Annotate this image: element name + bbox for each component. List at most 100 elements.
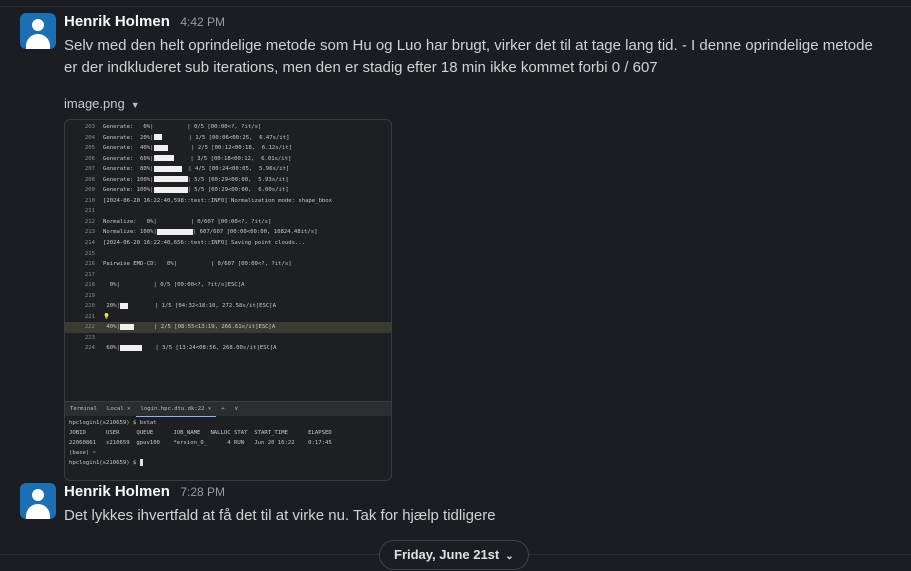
- code-text: | 5/5 [00:29<00:00, 6.00s/it]: [187, 187, 289, 194]
- avatar-body-icon: [26, 34, 50, 49]
- line-number: 219: [84, 292, 95, 299]
- code-text: 40%|: [103, 324, 120, 331]
- code-line: 204 Generate: 20%| | 1/5 [00:06<00:25, 6.…: [65, 133, 391, 144]
- line-number: 207: [84, 166, 95, 173]
- terminal-line: (base) ~: [69, 450, 96, 456]
- code-line: 218 0%| | 0/5 [00:00<?, ?it/s]ESC[A: [65, 280, 391, 291]
- code-text: | 0/5 [00:00<?, ?it/s]ESC[A: [119, 282, 245, 289]
- line-number: 216: [84, 261, 95, 268]
- line-number: 206: [84, 155, 95, 162]
- code-line: 220 20%| | 1/5 [04:32<18:10, 272.58s/it]…: [65, 301, 391, 312]
- terminal-tab: ∨: [234, 406, 239, 412]
- code-text: 💡: [103, 313, 110, 320]
- code-line: 219: [65, 291, 391, 302]
- line-number: 222: [84, 324, 95, 331]
- message-text: Det lykkes ihvertfald at få det til at v…: [64, 507, 496, 524]
- code-line: 213 Normalize: 100%| | 607/607 [00:00<00:0…: [65, 227, 391, 238]
- code-line: 222 40%| | 2/5 [08:55<13:19, 266.61s/it]…: [65, 322, 391, 333]
- progress-bar-fill: [119, 302, 128, 309]
- line-number: 210: [84, 197, 95, 204]
- code-text: | 3/5 [00:18<00:12, 6.01s/it]: [173, 155, 292, 162]
- code-text: | 4/5 [00:24<00:05, 5.96s/it]: [181, 166, 290, 173]
- author-name[interactable]: Henrik Holmen: [64, 483, 170, 500]
- code-text: [2024-06-20 16:22:40,656::test::INFO] Sa…: [103, 240, 306, 247]
- code-text: | 0/5 [00:00<?, ?it/s]: [153, 124, 262, 130]
- progress-bar-fill: [119, 323, 134, 330]
- code-text: Generate: 60%|: [103, 155, 154, 162]
- code-line: 206 Generate: 60%| | 3/5 [00:18<00:12, 6.…: [65, 154, 391, 165]
- avatar[interactable]: [20, 483, 56, 519]
- code-editor: 203 Generate: 0%| | 0/5 [00:00<?, ?it/s] 2…: [65, 122, 391, 354]
- line-number: 212: [84, 218, 95, 225]
- date-divider-label: Friday, June 21st: [394, 547, 500, 562]
- caret-down-icon[interactable]: ▼: [131, 100, 140, 110]
- code-line: 224 60%| | 3/5 [13:24<08:56, 268.00s/it]…: [65, 343, 391, 354]
- progress-bar-fill: [153, 186, 188, 193]
- avatar[interactable]: [20, 13, 56, 49]
- line-number: 209: [84, 187, 95, 194]
- code-line: 207 Generate: 80%| | 4/5 [00:24<00:05, 5.…: [65, 164, 391, 175]
- code-text: [2024-06-20 16:22:40,598::test::INFO] No…: [103, 197, 333, 204]
- code-text: | 5/5 [00:29<00:00, 5.93s/it]: [187, 176, 289, 183]
- code-line: 205 Generate: 40%| | 2/5 [00:12<00:18, 6.…: [65, 143, 391, 154]
- line-number: 218: [84, 282, 95, 289]
- line-number: 215: [84, 250, 95, 257]
- progress-bar-fill: [153, 155, 174, 162]
- line-number: 217: [84, 271, 95, 278]
- code-line: 217: [65, 270, 391, 281]
- code-text: Generate: 100%|: [103, 187, 154, 194]
- code-text: Generate: 80%|: [103, 166, 154, 173]
- code-line: 215: [65, 249, 391, 260]
- code-line: 221 💡: [65, 312, 391, 323]
- line-number: 221: [84, 313, 95, 320]
- code-text: | 607/607 [00:00<00:00, 10824.48it/s]: [192, 229, 318, 236]
- top-divider: [0, 0, 911, 7]
- code-text: Generate: 40%|: [103, 145, 154, 152]
- code-text: | 0/607 [00:00<?, ?it/s]: [177, 261, 292, 268]
- code-line: 216 Pairwise EMD-CD: 0%| | 0/607 [00:00<?…: [65, 259, 391, 270]
- line-number: 204: [84, 134, 95, 141]
- line-number: 205: [84, 145, 95, 152]
- attachment-filename[interactable]: image.png: [64, 96, 125, 111]
- terminal-tab: Terminal: [70, 406, 97, 412]
- progress-bar-fill: [153, 144, 168, 151]
- code-text: | 2/5 [00:12<00:18, 6.12s/it]: [167, 145, 293, 152]
- terminal-tab: login.hpc.dtu.dk:22 ×: [135, 402, 217, 417]
- attachment-image[interactable]: 203 Generate: 0%| | 0/5 [00:00<?, ?it/s] 2…: [64, 119, 392, 481]
- terminal-line: hpclogin1(s210659) $: [69, 458, 387, 468]
- code-text: Generate: 0%|: [103, 124, 154, 130]
- avatar-body-icon: [26, 504, 50, 519]
- code-line: 223: [65, 333, 391, 344]
- code-text: Normalize: 100%|: [103, 229, 157, 236]
- date-divider-button[interactable]: Friday, June 21st ⌄: [379, 540, 529, 570]
- code-text: 20%|: [103, 303, 120, 310]
- line-number: 208: [84, 176, 95, 183]
- code-text: Pairwise EMD-CD: 0%|: [103, 261, 178, 268]
- code-line: 211: [65, 206, 391, 217]
- chevron-down-icon: ⌄: [505, 551, 514, 562]
- terminal-line: 22060861 s210659 gpuv100 *ersion_0_ 4 RU…: [69, 440, 332, 446]
- avatar-head-icon: [32, 19, 44, 31]
- author-name[interactable]: Henrik Holmen: [64, 13, 170, 30]
- line-number: 203: [84, 124, 95, 130]
- terminal-tabbar: Terminal Local × login.hpc.dtu.dk:22 × + ∨: [65, 401, 391, 417]
- progress-bar-fill: [119, 344, 142, 351]
- code-line: 203 Generate: 0%| | 0/5 [00:00<?, ?it/s]: [65, 122, 391, 133]
- line-number: 223: [84, 334, 95, 341]
- terminal-line: hpclogin1(s210659) $ bstat: [69, 420, 157, 426]
- timestamp[interactable]: 7:28 PM: [180, 485, 225, 499]
- terminal-output: hpclogin1(s210659) $ bstat JOBID USER QUE…: [69, 418, 387, 468]
- message-header: Henrik Holmen 4:42 PM: [64, 13, 225, 31]
- timestamp[interactable]: 4:42 PM: [180, 15, 225, 29]
- code-text: 0%|: [103, 282, 120, 289]
- code-text: | 2/5 [08:55<13:19, 266.61s/it]ESC[A: [133, 324, 276, 331]
- code-text: Generate: 100%|: [103, 176, 154, 183]
- line-number: 213: [84, 229, 95, 236]
- message-header: Henrik Holmen 7:28 PM: [64, 483, 225, 501]
- avatar-head-icon: [32, 489, 44, 501]
- terminal-tab: Local ×: [106, 406, 131, 412]
- terminal-tab: +: [221, 406, 225, 412]
- line-number: 211: [84, 208, 95, 215]
- attachment-label[interactable]: image.png ▼: [64, 96, 140, 111]
- line-number: 220: [84, 303, 95, 310]
